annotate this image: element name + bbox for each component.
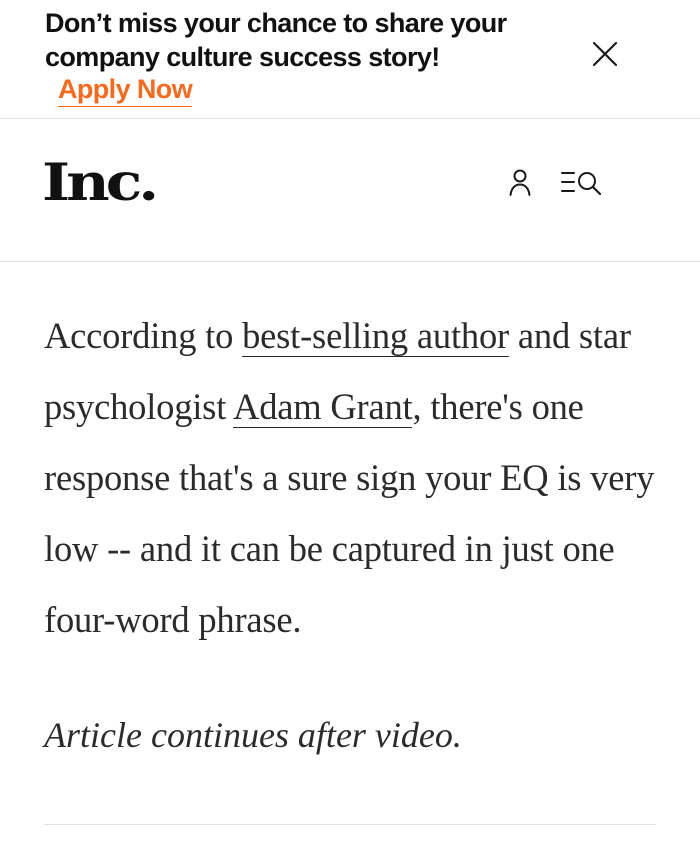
account-button[interactable] — [508, 168, 532, 198]
menu-search-icon — [561, 172, 602, 196]
best-selling-author-link[interactable]: best-selling author — [242, 315, 509, 357]
menu-search-button[interactable] — [560, 168, 608, 198]
close-icon — [592, 41, 618, 67]
divider — [44, 824, 656, 825]
article-text: According to — [44, 315, 243, 356]
site-header: Inc. — [0, 120, 700, 262]
banner-message: Don’t miss your chance to share your com… — [45, 8, 507, 72]
article-paragraph: According to best-selling author and sta… — [44, 300, 674, 655]
inc-logo[interactable]: Inc. — [42, 153, 159, 213]
article-continues-note: Article continues after video. — [44, 715, 462, 755]
article-body: According to best-selling author and sta… — [44, 300, 674, 655]
adam-grant-link[interactable]: Adam Grant — [233, 386, 413, 428]
promo-banner: Don’t miss your chance to share your com… — [0, 0, 700, 119]
user-icon — [509, 169, 531, 196]
close-banner-button[interactable] — [590, 39, 620, 69]
apply-now-link[interactable]: Apply Now — [58, 73, 193, 107]
